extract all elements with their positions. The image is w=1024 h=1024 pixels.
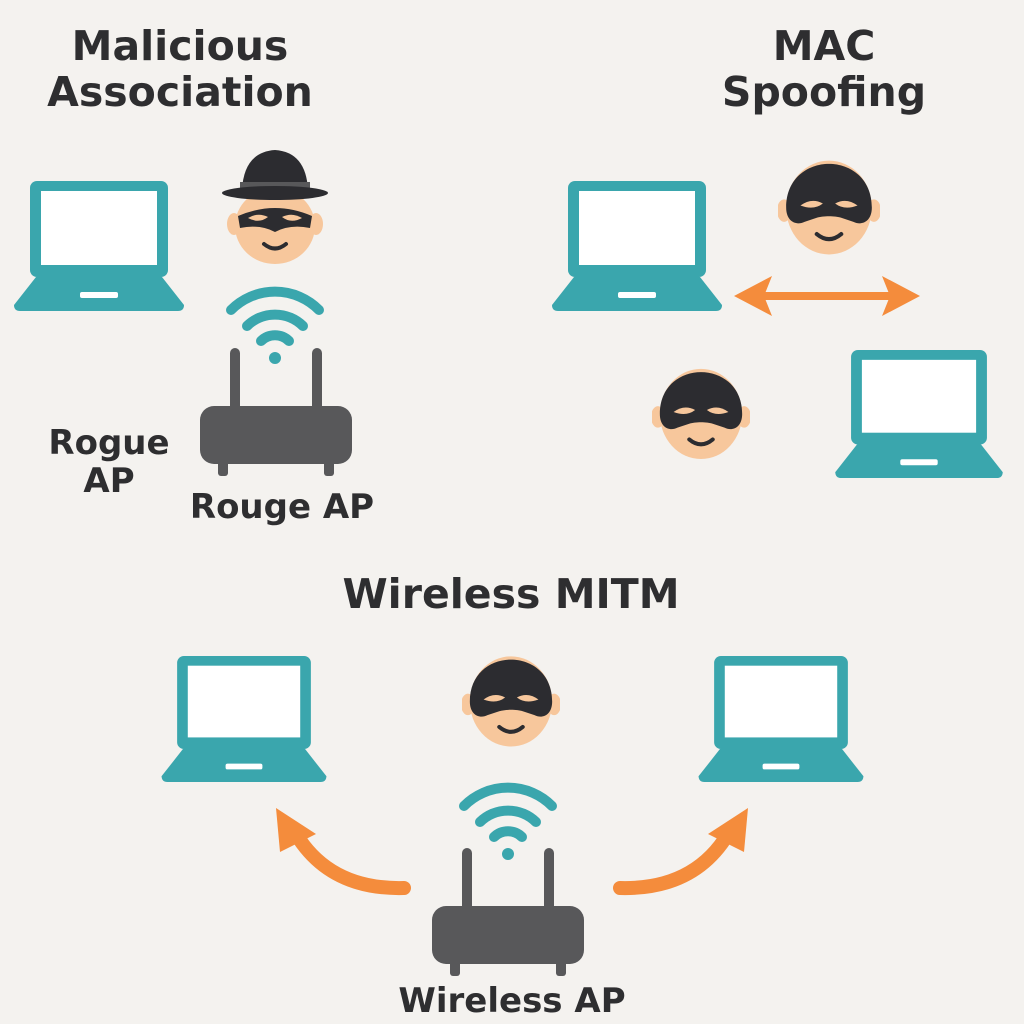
rogue-ap-side-label: Rogue AP — [44, 424, 174, 500]
laptop-icon — [552, 181, 722, 311]
diagram-canvas: Malicious Association MAC Spoofing Rogue… — [0, 0, 1024, 1024]
wifi-icon — [231, 292, 319, 364]
laptop-icon — [698, 656, 864, 782]
title-line: Malicious — [71, 22, 289, 70]
label-line: AP — [83, 461, 135, 502]
hacker-icon — [220, 148, 330, 266]
arrow-icon — [613, 808, 748, 896]
title-line: Association — [47, 67, 313, 116]
rouge-ap-label: Rouge AP — [189, 487, 375, 527]
title-line: Spoofing — [721, 67, 927, 116]
router-icon — [200, 348, 352, 476]
label-line: Rogue — [48, 423, 170, 463]
laptop-icon — [14, 181, 184, 311]
title-line: MAC — [772, 22, 876, 70]
wireless-mitm-title: Wireless MITM — [342, 570, 680, 618]
laptop-icon — [161, 656, 327, 782]
mac-spoofing-title: MAC Spoofing — [718, 22, 930, 116]
laptop-icon — [835, 350, 1003, 478]
hacker-icon — [777, 161, 881, 255]
arrow-icon — [734, 276, 920, 316]
wifi-icon — [464, 788, 552, 860]
hacker-icon — [461, 656, 561, 746]
wireless-ap-label: Wireless AP — [398, 981, 626, 1021]
arrow-icon — [276, 808, 411, 896]
diagram-art — [14, 148, 1003, 976]
router-icon — [432, 848, 584, 976]
malicious-association-title: Malicious Association — [46, 22, 314, 116]
hacker-icon — [651, 369, 751, 459]
